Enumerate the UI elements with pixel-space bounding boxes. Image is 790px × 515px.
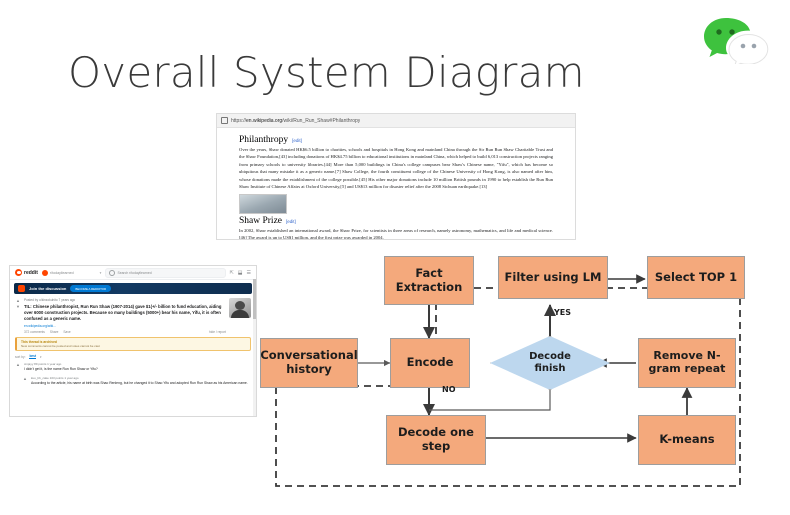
wiki-thumbnail-image — [239, 193, 287, 214]
post-link[interactable]: en.wikipedia.org/wiki... — [24, 324, 226, 328]
node-filter-using-lm[interactable]: Filter using LM — [498, 256, 608, 299]
no-label: NO — [442, 385, 456, 394]
reddit-avatar-icon — [18, 285, 25, 292]
wiki-heading-text: Philanthropy — [239, 135, 289, 145]
slide-canvas: Overall System Diagram https://en.wikipe… — [0, 0, 790, 515]
node-k-means[interactable]: K-means — [638, 415, 736, 465]
upvote-icon[interactable]: ▲ — [16, 298, 20, 303]
vote-column[interactable]: ▲ — [15, 362, 21, 372]
wiki-edit-link[interactable]: [edit] — [292, 138, 302, 143]
subreddit-avatar-icon — [41, 269, 48, 276]
wiki-heading-text: Shaw Prize — [239, 215, 283, 226]
wiki-section-heading-shaw-prize: Shaw Prize [edit] — [239, 216, 553, 226]
node-decode-one-step[interactable]: Decode one step — [386, 415, 486, 465]
reddit-mascot-icon — [15, 269, 22, 276]
wikipedia-article-body: Philanthropy [edit] Over the years, Shaw… — [217, 128, 575, 240]
post-thumbnail[interactable] — [229, 298, 251, 318]
system-flowchart: Fact Extraction Filter using LM Select T… — [250, 248, 780, 498]
node-fact-extraction[interactable]: Fact Extraction — [384, 256, 474, 305]
search-input[interactable]: Search r/todayilearned — [105, 267, 226, 278]
become-a-redditor-button[interactable]: BECOME A REDDITOR — [70, 285, 112, 292]
wiki-paragraph-philanthropy: Over the years, Shaw donated HK$6.5 bill… — [239, 147, 553, 190]
share-button[interactable]: Share — [50, 330, 59, 334]
subreddit-selector[interactable]: r/todayilearned — [41, 269, 74, 276]
page-title: Overall System Diagram — [68, 48, 585, 97]
list-item: ▲ cmjayy 89 points 1 year ago I didn't g… — [10, 359, 256, 372]
post-actions: 372 comments Share Save hide / report — [24, 330, 226, 334]
comment-meta: kuo_bb_cake 103 points 1 year ago — [31, 375, 79, 380]
node-conversational-history[interactable]: Conversational history — [260, 338, 358, 388]
archived-notice: This thread is archived New comments can… — [15, 336, 251, 352]
archived-title: This thread is archived — [21, 339, 57, 344]
comment-meta: cmjayy 89 points 1 year ago — [24, 362, 62, 367]
comment-text: I didn't get it, is the name Run Run Sha… — [24, 367, 98, 372]
node-decode-finish[interactable]: Decode finish — [490, 336, 610, 390]
yes-label: YES — [554, 308, 572, 317]
chevron-down-icon[interactable]: ▾ — [100, 271, 102, 275]
sort-label: sort by: — [15, 354, 26, 359]
vote-column[interactable]: ▲ — [22, 376, 28, 386]
join-discussion-banner: Join the discussion BECOME A REDDITOR cl… — [14, 283, 252, 294]
reddit-logo-icon[interactable]: reddit — [15, 269, 38, 276]
comment-text: According to the article, his name at bi… — [31, 380, 248, 385]
share-icon[interactable]: ⇱ — [230, 270, 234, 276]
comment-body: kuo_bb_cake 103 points 1 year ago Accord… — [31, 376, 251, 386]
wiki-paragraph-shaw-prize: In 2002, Shaw established an internation… — [239, 227, 553, 240]
post-right-meta[interactable]: hide / report — [209, 330, 226, 334]
search-icon — [109, 269, 116, 276]
node-encode[interactable]: Encode — [390, 338, 470, 388]
address-bar-url: https://en.wikipedia.org/wiki/Run_Run_Sh… — [231, 117, 361, 124]
node-decode-finish-label: Decode finish — [529, 351, 571, 374]
wiki-edit-link[interactable]: [edit] — [286, 219, 296, 224]
lock-icon — [221, 117, 228, 124]
upvote-icon[interactable]: ▲ — [23, 376, 27, 381]
upvote-icon[interactable]: ▲ — [16, 362, 20, 367]
sort-current-value[interactable]: best — [29, 354, 37, 360]
archived-desc: New comments cannot be posted and votes … — [21, 344, 100, 349]
list-item: ▲ kuo_bb_cake 103 points 1 year ago Acco… — [10, 373, 256, 386]
wechat-logo — [700, 12, 772, 68]
save-button[interactable]: Save — [63, 330, 70, 334]
reddit-post: ▲ ▼ Posted by u/kinzokuhito 7 years ago … — [10, 294, 256, 334]
post-title[interactable]: TIL: Chinese philanthropist, Run Run Sha… — [24, 304, 226, 323]
search-placeholder: Search r/todayilearned — [117, 270, 152, 275]
browser-address-bar[interactable]: https://en.wikipedia.org/wiki/Run_Run_Sh… — [217, 114, 575, 128]
reddit-toolbar: ⇱ ⬓ ☰ — [230, 270, 251, 276]
vote-column[interactable]: ▲ ▼ — [15, 298, 21, 334]
comments-button[interactable]: 372 comments — [24, 330, 45, 334]
wikipedia-screenshot: https://en.wikipedia.org/wiki/Run_Run_Sh… — [216, 113, 576, 240]
reddit-wordmark: reddit — [24, 269, 38, 276]
reddit-screenshot: reddit r/todayilearned ▾ Search r/todayi… — [9, 265, 257, 417]
post-meta: Posted by u/kinzokuhito 7 years ago — [24, 298, 76, 302]
reddit-top-bar: reddit r/todayilearned ▾ Search r/todayi… — [10, 266, 256, 280]
chevron-down-icon[interactable]: ▾ — [40, 355, 42, 359]
download-icon[interactable]: ⬓ — [238, 270, 243, 276]
wiki-section-heading-philanthropy: Philanthropy [edit] — [239, 135, 553, 145]
downvote-icon[interactable]: ▼ — [16, 304, 20, 309]
node-remove-n-gram-repeat[interactable]: Remove N- gram repeat — [638, 338, 736, 388]
post-body: Posted by u/kinzokuhito 7 years ago TIL:… — [24, 298, 226, 334]
banner-text: Join the discussion — [29, 286, 67, 291]
comment-body: cmjayy 89 points 1 year ago I didn't get… — [24, 362, 251, 372]
node-select-top-1[interactable]: Select TOP 1 — [647, 256, 745, 299]
subreddit-name: r/todayilearned — [49, 270, 74, 275]
